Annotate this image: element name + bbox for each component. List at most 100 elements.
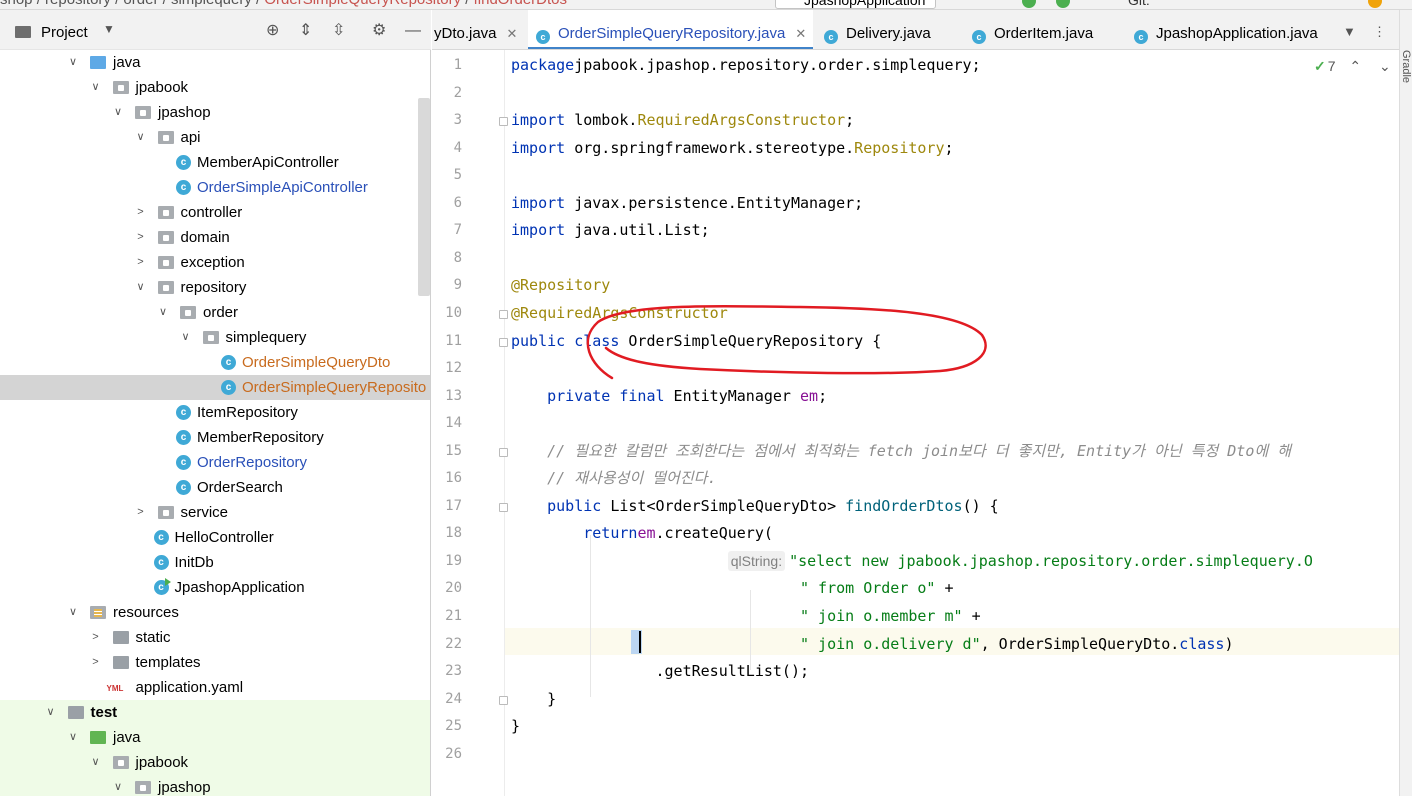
chevron-down-icon[interactable]: ∨ (90, 75, 102, 100)
tab-jpashop-application[interactable]: c JpashopApplication.java (1134, 10, 1334, 49)
line-number[interactable]: 2 (432, 85, 462, 101)
tree-item[interactable]: c JpashopApplication (0, 575, 430, 600)
close-icon[interactable]: ✕ (507, 26, 518, 41)
tree-item[interactable]: c InitDb (0, 550, 430, 575)
line-number[interactable]: 4 (432, 140, 462, 156)
line-number[interactable]: 12 (432, 360, 462, 376)
chevron-right-icon[interactable]: > (90, 625, 102, 650)
line-number[interactable]: 18 (432, 525, 462, 541)
expand-all-icon[interactable]: ⇕ (299, 22, 312, 40)
chevron-down-icon[interactable]: ▼ (103, 22, 115, 36)
tab-delivery[interactable]: c Delivery.java (824, 10, 944, 49)
tab-order-item[interactable]: c OrderItem.java (972, 10, 1102, 49)
project-tree[interactable]: ∨ java ∨ jpabook ∨ jpashop ∨ api c MemberApiContr… (0, 50, 431, 796)
chevron-up-icon[interactable]: ⌃ (1349, 58, 1361, 74)
line-number[interactable]: 10 (432, 305, 462, 321)
tree-item[interactable]: c OrderRepository (0, 450, 430, 475)
tree-item[interactable]: ∨ order (0, 300, 430, 325)
tree-item[interactable]: ∨ api (0, 125, 430, 150)
tree-item[interactable]: ∨ simplequery (0, 325, 430, 350)
project-panel-title[interactable]: Project (41, 24, 88, 41)
chevron-down-icon[interactable]: ∨ (67, 50, 79, 75)
chevron-down-icon[interactable]: ∨ (90, 750, 102, 775)
tree-item[interactable]: c OrderSimpleQueryDto (0, 350, 430, 375)
tree-item[interactable]: ∨ jpabook (0, 750, 430, 775)
line-number[interactable]: 8 (432, 250, 462, 266)
line-number[interactable]: 14 (432, 415, 462, 431)
line-number[interactable]: 6 (432, 195, 462, 211)
chevron-right-icon[interactable]: > (135, 500, 147, 525)
tree-item[interactable]: ∨ java (0, 725, 430, 750)
line-number[interactable]: 11 (432, 333, 462, 349)
tab-order-simple-query-repository[interactable]: c OrderSimpleQueryRepository.java ✕ (528, 10, 813, 49)
chevron-down-icon[interactable]: ∨ (67, 600, 79, 625)
line-number[interactable]: 22 (432, 636, 462, 652)
breadcrumb-item[interactable]: simplequery (171, 0, 252, 8)
gradle-tool-window-button[interactable]: Gradle (1400, 50, 1412, 83)
tree-item[interactable]: c MemberRepository (0, 425, 430, 450)
run-configuration-select[interactable]: JpashopApplication (775, 0, 937, 9)
chevron-down-icon[interactable]: ⌄ (1379, 58, 1391, 74)
tree-item[interactable]: > controller (0, 200, 430, 225)
tree-item[interactable]: ∨ test (0, 700, 430, 725)
close-icon[interactable]: ✕ (795, 26, 806, 41)
line-number[interactable]: 24 (432, 691, 462, 707)
tree-item[interactable]: ∨ jpashop (0, 775, 430, 796)
tree-item[interactable]: ∨ jpashop (0, 100, 430, 125)
update-icon[interactable] (1368, 0, 1382, 8)
chevron-down-icon[interactable]: ∨ (135, 275, 147, 300)
line-number[interactable]: 21 (432, 608, 462, 624)
line-number[interactable]: 25 (432, 718, 462, 734)
chevron-right-icon[interactable]: > (135, 250, 147, 275)
chevron-down-icon[interactable]: ∨ (45, 700, 57, 725)
line-number[interactable]: 20 (432, 580, 462, 596)
tree-item[interactable]: > static (0, 625, 430, 650)
breadcrumb-item[interactable]: repository (45, 0, 111, 8)
tree-item[interactable]: ∨ repository (0, 275, 430, 300)
tree-item[interactable]: ∨ jpabook (0, 75, 430, 100)
line-number[interactable]: 13 (432, 388, 462, 404)
tree-item[interactable]: c OrderSimpleApiController (0, 175, 430, 200)
coverage-icon[interactable] (1056, 0, 1070, 8)
gear-icon[interactable]: ⚙ (372, 22, 386, 40)
breadcrumb-method[interactable]: findOrderDtos (474, 0, 567, 8)
inspection-widget[interactable]: ✓ 7 ⌃ ⌄ (1314, 58, 1391, 75)
locate-icon[interactable]: ⊕ (266, 22, 279, 40)
chevron-down-icon[interactable]: ∨ (112, 775, 124, 796)
tree-item[interactable]: > service (0, 500, 430, 525)
tree-item[interactable]: ∨ resources (0, 600, 430, 625)
tree-item[interactable]: c OrderSimpleQueryReposito (0, 375, 430, 400)
chevron-down-icon[interactable]: ∨ (157, 300, 169, 325)
line-number[interactable]: 7 (432, 222, 462, 238)
tree-item[interactable]: c ItemRepository (0, 400, 430, 425)
breadcrumb-item[interactable]: order (123, 0, 158, 8)
line-number[interactable]: 1 (432, 57, 462, 73)
code-editor[interactable]: packagejpabook.jpashop.repository.order.… (506, 50, 1399, 796)
tree-item[interactable]: c MemberApiController (0, 150, 430, 175)
breadcrumb[interactable]: shop / repository / order / simplequery … (0, 0, 567, 8)
chevron-down-icon[interactable]: ∨ (67, 725, 79, 750)
tree-item[interactable]: YML application.yaml (0, 675, 430, 700)
tree-item[interactable]: > exception (0, 250, 430, 275)
tree-item[interactable]: > templates (0, 650, 430, 675)
line-number[interactable]: 26 (432, 746, 462, 762)
line-number[interactable]: 3 (432, 112, 462, 128)
line-number-gutter[interactable]: 1 2 3 4 5 6 7 8 9 10 11 12 13 14 15 16 17 18 19 20 21 22 23 24 2… (432, 50, 508, 796)
split-icon[interactable]: ⋮ (1373, 24, 1386, 40)
minimize-icon[interactable]: — (405, 22, 421, 40)
vertical-scrollbar[interactable] (418, 98, 430, 296)
tree-item[interactable]: c HelloController (0, 525, 430, 550)
collapse-all-icon[interactable]: ⇳ (332, 22, 345, 40)
line-number[interactable]: 17 (432, 498, 462, 514)
tree-item[interactable]: c OrderSearch (0, 475, 430, 500)
breadcrumb-class[interactable]: OrderSimpleQueryRepository (264, 0, 461, 8)
chevron-down-icon[interactable]: ∨ (135, 125, 147, 150)
chevron-down-icon[interactable]: ▼ (1343, 24, 1356, 39)
chevron-right-icon[interactable]: > (135, 200, 147, 225)
line-number[interactable]: 5 (432, 167, 462, 183)
chevron-right-icon[interactable]: > (90, 650, 102, 675)
chevron-down-icon[interactable]: ∨ (112, 100, 124, 125)
line-number[interactable]: 19 (432, 553, 462, 569)
chevron-right-icon[interactable]: > (135, 225, 147, 250)
line-number[interactable]: 16 (432, 470, 462, 486)
